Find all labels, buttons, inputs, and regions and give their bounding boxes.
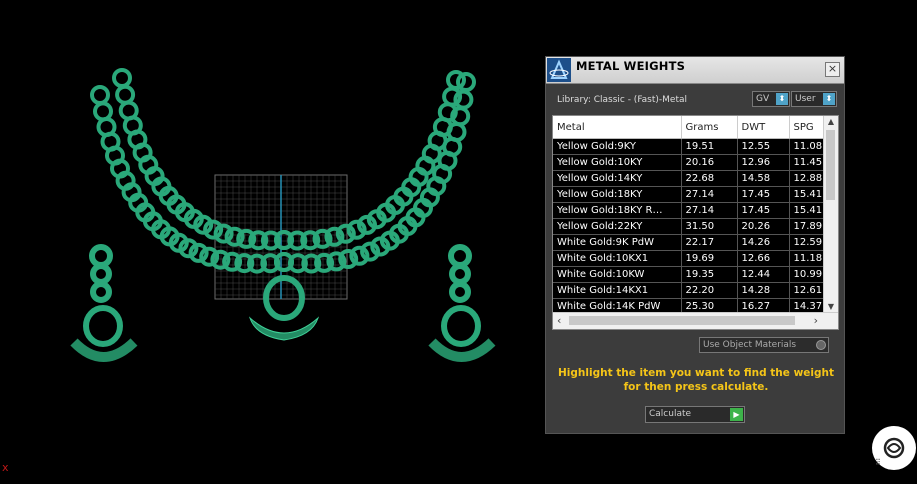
- scroll-thumb[interactable]: [826, 130, 835, 200]
- metal-table[interactable]: Metal Grams DWT SPG Yellow Gold:9KY 19.51…: [552, 115, 839, 330]
- library-label: Library: Classic - (Fast)-Metal: [557, 95, 688, 105]
- table-row[interactable]: Yellow Gold:10KY 20.16 12.96 11.45: [553, 154, 830, 171]
- cell-grams: 22.17: [681, 234, 738, 251]
- gv-dropdown[interactable]: GV ⬍: [752, 91, 790, 107]
- cell-grams: 19.69: [681, 250, 738, 267]
- user-dropdown[interactable]: User ⬍: [791, 91, 837, 107]
- table-row[interactable]: Yellow Gold:22KY 31.50 20.26 17.89: [553, 218, 830, 235]
- radio-dot-icon: [816, 340, 826, 350]
- vertical-scrollbar[interactable]: ▲ ▼: [823, 116, 838, 313]
- right-earring: [428, 244, 496, 362]
- close-icon[interactable]: ×: [825, 62, 840, 77]
- table-row[interactable]: Yellow Gold:9KY 19.51 12.55 11.08: [553, 138, 830, 155]
- dialog-title: METAL WEIGHTS: [576, 59, 686, 73]
- cell-grams: 19.35: [681, 266, 738, 283]
- scroll-thumb[interactable]: [569, 316, 795, 325]
- cell-dwt: 20.26: [737, 218, 790, 235]
- viewport-corner-mark: x: [2, 461, 9, 474]
- pendant: [248, 275, 320, 341]
- instruction-text: Highlight the item you want to find the …: [558, 367, 834, 393]
- use-object-materials-label: Use Object Materials: [703, 340, 797, 350]
- user-dropdown-value: User: [795, 94, 816, 104]
- gv-dropdown-value: GV: [756, 94, 770, 104]
- cell-dwt: 14.58: [737, 170, 790, 187]
- table-row[interactable]: Yellow Gold:18KY R… 27.14 17.45 15.41: [553, 202, 830, 219]
- cell-grams: 19.51: [681, 138, 738, 155]
- cell-metal: Yellow Gold:14KY: [553, 170, 682, 187]
- cell-dwt: 12.66: [737, 250, 790, 267]
- table-header-row: Metal Grams DWT SPG: [553, 116, 830, 139]
- cell-metal: Yellow Gold:22KY: [553, 218, 682, 235]
- col-header-grams[interactable]: Grams: [681, 116, 738, 139]
- table-row[interactable]: Yellow Gold:14KY 22.68 14.58 12.88: [553, 170, 830, 187]
- dropdown-arrow-icon: ⬍: [823, 93, 835, 105]
- cell-grams: 22.20: [681, 282, 738, 299]
- table-row[interactable]: Yellow Gold:18KY 27.14 17.45 15.41: [553, 186, 830, 203]
- cell-metal: Yellow Gold:9KY: [553, 138, 682, 155]
- col-header-dwt[interactable]: DWT: [737, 116, 790, 139]
- necklace-link: [90, 85, 110, 105]
- cell-dwt: 12.96: [737, 154, 790, 171]
- drag-handle-icon[interactable]: ⠿: [875, 458, 881, 467]
- necklace-link: [112, 68, 132, 88]
- cell-dwt: 14.26: [737, 234, 790, 251]
- dialog-titlebar[interactable]: METAL WEIGHTS ×: [546, 57, 844, 84]
- horizontal-scrollbar[interactable]: ‹ ›: [553, 312, 838, 329]
- scroll-left-icon[interactable]: ‹: [557, 314, 561, 327]
- metal-weights-dialog: METAL WEIGHTS × Library: Classic - (Fast…: [545, 56, 845, 434]
- cell-grams: 22.68: [681, 170, 738, 187]
- dropdown-arrow-icon: ⬍: [776, 93, 788, 105]
- cell-dwt: 12.55: [737, 138, 790, 155]
- cell-grams: 31.50: [681, 218, 738, 235]
- play-arrow-icon: ▶: [730, 408, 743, 421]
- necklace-link: [446, 70, 466, 90]
- cell-metal: Yellow Gold:18KY: [553, 186, 682, 203]
- cad-logo-icon: [547, 58, 571, 82]
- calculate-label: Calculate: [649, 409, 692, 419]
- col-header-metal[interactable]: Metal: [553, 116, 682, 139]
- cell-dwt: 12.44: [737, 266, 790, 283]
- scroll-up-icon[interactable]: ▲: [824, 116, 838, 128]
- cell-dwt: 17.45: [737, 186, 790, 203]
- table-row[interactable]: White Gold:9K PdW 22.17 14.26 12.59: [553, 234, 830, 251]
- cell-grams: 27.14: [681, 186, 738, 203]
- cell-metal: White Gold:14KX1: [553, 282, 682, 299]
- left-earring: [70, 244, 138, 362]
- necklace-link: [115, 84, 136, 105]
- cell-grams: 20.16: [681, 154, 738, 171]
- cell-metal: Yellow Gold:18KY R…: [553, 202, 682, 219]
- calculate-button[interactable]: Calculate ▶: [645, 406, 745, 423]
- cell-metal: White Gold:10KW: [553, 266, 682, 283]
- cell-metal: White Gold:10KX1: [553, 250, 682, 267]
- necklace-link: [93, 101, 113, 122]
- cell-metal: Yellow Gold:10KY: [553, 154, 682, 171]
- table-row[interactable]: White Gold:14KX1 22.20 14.28 12.61: [553, 282, 830, 299]
- cell-metal: White Gold:9K PdW: [553, 234, 682, 251]
- cell-dwt: 17.45: [737, 202, 790, 219]
- cell-dwt: 14.28: [737, 282, 790, 299]
- cell-grams: 27.14: [681, 202, 738, 219]
- use-object-materials-toggle[interactable]: Use Object Materials: [699, 337, 829, 353]
- table-row[interactable]: White Gold:10KX1 19.69 12.66 11.18: [553, 250, 830, 267]
- scroll-right-icon[interactable]: ›: [814, 314, 818, 327]
- table-row[interactable]: White Gold:10KW 19.35 12.44 10.99: [553, 266, 830, 283]
